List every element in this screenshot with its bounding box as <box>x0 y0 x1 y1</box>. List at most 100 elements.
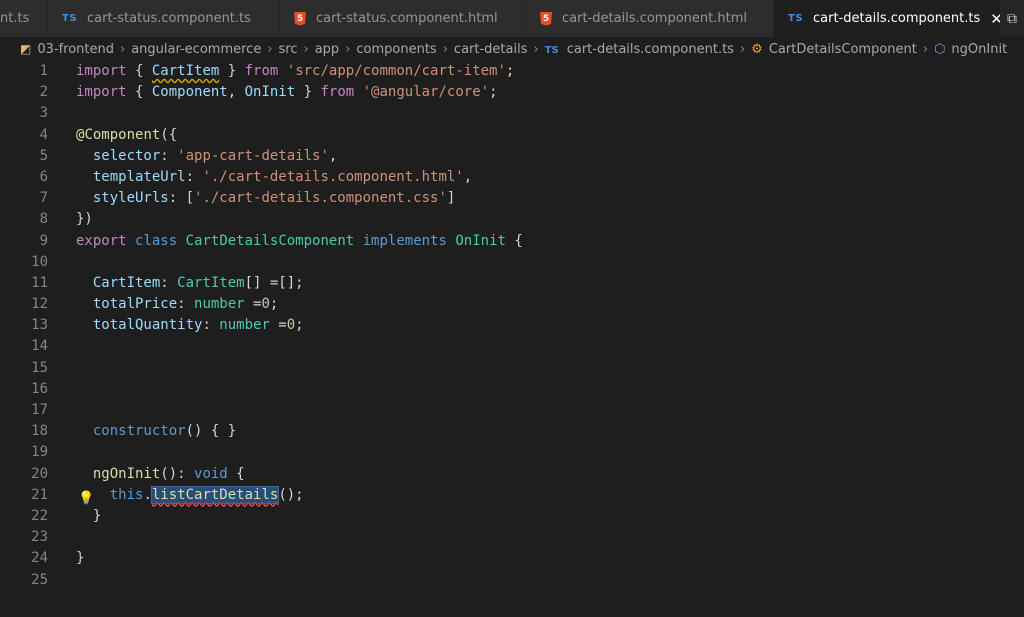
breadcrumb-label: cart-details <box>453 41 528 57</box>
method-icon: ⬡ <box>934 41 946 57</box>
tab-label: cart-details.component.ts <box>813 11 981 26</box>
code-token: from <box>244 63 279 79</box>
breadcrumb-item[interactable]: ◩ 03-frontend <box>20 42 114 57</box>
breadcrumb-item[interactable]: angular-ecommerce <box>131 42 261 57</box>
code-token: this <box>109 486 144 503</box>
code-line[interactable]: 6 templateUrl: './cart-details.component… <box>0 167 1024 188</box>
line-number: 11 <box>31 274 48 291</box>
code-token: constructor <box>92 423 186 440</box>
code-line[interactable]: 23 <box>0 527 1024 548</box>
code-line[interactable]: 8}) <box>0 209 1024 230</box>
code-line[interactable]: 15 <box>0 358 1024 379</box>
chevron-right-icon: › <box>533 41 539 57</box>
typescript-icon: TS <box>62 13 78 24</box>
code-text: export class CartDetailsComponent implem… <box>76 231 523 252</box>
code-line[interactable]: 10 <box>0 252 1024 273</box>
breadcrumb-label: components <box>356 41 437 57</box>
line-number: 23 <box>31 529 48 546</box>
code-token: 0 <box>286 317 296 334</box>
line-number: 4 <box>39 126 48 143</box>
chevron-right-icon: › <box>345 41 351 57</box>
code-text: @Component({ <box>76 125 177 146</box>
code-line[interactable]: 2 import { Component, OnInit } from '@ang… <box>0 82 1024 103</box>
code-line[interactable]: 25 <box>0 570 1024 591</box>
code-line[interactable]: 24} <box>0 548 1024 569</box>
code-text: templateUrl: './cart-details.component.h… <box>76 167 472 188</box>
line-number: 8 <box>39 211 48 228</box>
code-token: , <box>227 84 245 101</box>
breadcrumb-item[interactable]: app <box>315 42 339 57</box>
code-token: import <box>76 63 127 79</box>
breadcrumb-item[interactable]: TS cart-details.component.ts <box>545 42 734 57</box>
typescript-icon: TS <box>544 44 559 56</box>
breadcrumb-item[interactable]: components <box>356 42 436 57</box>
code-token: OnInit <box>244 84 296 101</box>
code-token: (); <box>278 486 304 503</box>
line-number: 7 <box>39 190 48 207</box>
breadcrumb-item[interactable]: src <box>279 42 298 57</box>
code-token: CartItem <box>177 274 245 291</box>
code-token: { <box>227 465 245 482</box>
code-line[interactable]: 3 <box>0 103 1024 124</box>
tab-cart-details-html[interactable]: 5 cart-details.component.html <box>526 0 774 37</box>
breadcrumb-item[interactable]: ⚙ CartDetailsComponent <box>751 42 917 57</box>
line-number: 9 <box>39 232 48 249</box>
tab-label: cart-details.component.html <box>562 11 747 26</box>
line-number: 5 <box>39 147 48 164</box>
tab-cart-details-ts[interactable]: TS cart-details.component.ts ✕ <box>774 0 1024 37</box>
code-token: void <box>194 465 228 482</box>
line-number: 25 <box>31 571 48 588</box>
code-text: } <box>76 548 84 569</box>
code-line[interactable]: 4 @Component({ <box>0 125 1024 146</box>
tab-cart-status-html[interactable]: 5 cart-status.component.html <box>280 0 526 37</box>
code-token: number <box>219 317 270 334</box>
tab-cart-status-ts[interactable]: TS cart-status.component.ts <box>48 0 280 37</box>
chevron-right-icon: › <box>303 41 309 57</box>
code-line[interactable]: 11 CartItem: CartItem[] =[]; <box>0 273 1024 294</box>
line-number: 14 <box>31 338 48 355</box>
code-line[interactable]: 21 💡 this.listCartDetails(); <box>0 485 1024 506</box>
code-line[interactable]: 22 } <box>0 506 1024 527</box>
line-number: 1 <box>39 63 48 79</box>
code-text: selector: 'app-cart-details', <box>76 146 337 167</box>
breadcrumb-label: src <box>278 41 298 57</box>
code-line[interactable]: 14 <box>0 336 1024 357</box>
code-token: { <box>126 84 152 101</box>
code-token: = <box>269 317 287 334</box>
code-line[interactable]: 20 ngOnInit(): void { <box>0 464 1024 485</box>
code-token: totalPrice <box>92 296 178 313</box>
code-line[interactable]: 17 <box>0 400 1024 421</box>
code-text: }) <box>76 209 93 230</box>
tab-t-ts[interactable]: nt.ts <box>0 0 48 37</box>
line-number: 6 <box>39 168 48 185</box>
code-token: export <box>76 232 127 249</box>
code-token: '@angular/core' <box>362 84 490 101</box>
code-line[interactable]: 16 <box>0 379 1024 400</box>
code-line[interactable]: 1 import { CartItem } from 'src/app/commo… <box>0 61 1024 82</box>
code-line[interactable]: 7 styleUrls: ['./cart-details.component.… <box>0 188 1024 209</box>
code-token: class <box>135 232 178 249</box>
split-editor-icon[interactable]: ⧉ <box>1000 0 1024 37</box>
code-line[interactable]: 13 totalQuantity: number =0; <box>0 315 1024 336</box>
code-text: totalPrice: number =0; <box>76 294 278 315</box>
breadcrumb-item[interactable]: ⬡ ngOnInit <box>934 42 1007 57</box>
code-token: : <box>160 274 178 291</box>
code-token: } <box>76 550 85 567</box>
code-token: CartItem <box>92 274 161 291</box>
code-line[interactable]: 18 constructor() { } <box>0 421 1024 442</box>
tab-label: cart-status.component.html <box>316 11 498 26</box>
code-line[interactable]: 9 export class CartDetailsComponent imple… <box>0 231 1024 252</box>
code-token: './cart-details.component.html' <box>202 168 464 185</box>
code-line[interactable]: 5 selector: 'app-cart-details', <box>0 146 1024 167</box>
code-token: totalQuantity <box>92 317 203 334</box>
code-token: ngOnInit <box>92 465 161 482</box>
code-token: : <box>177 296 195 313</box>
code-editor[interactable]: 1 import { CartItem } from 'src/app/commo… <box>0 61 1024 617</box>
code-line[interactable]: 12 totalPrice: number =0; <box>0 294 1024 315</box>
code-line[interactable]: 19 <box>0 442 1024 463</box>
breadcrumb-item[interactable]: cart-details <box>454 42 528 57</box>
